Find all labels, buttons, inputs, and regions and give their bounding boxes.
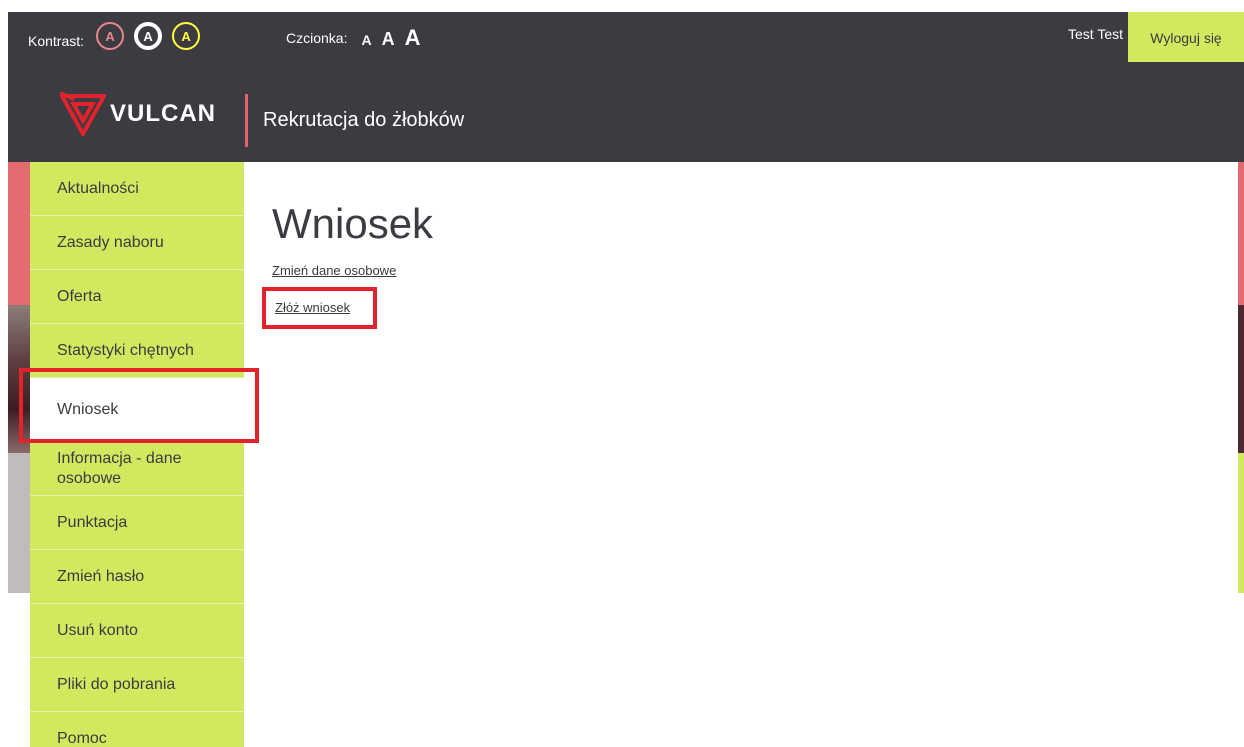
header-divider xyxy=(245,94,248,147)
right-edge-lime xyxy=(1238,453,1244,593)
main-content: Wniosek xyxy=(272,200,433,248)
top-bar: Kontrast: A A A Czcionka: A A A Test Tes… xyxy=(8,12,1244,64)
sidebar-item-informacja-dane-osobowe[interactable]: Informacja - dane osobowe xyxy=(30,442,244,496)
sidebar-item-pliki-do-pobrania[interactable]: Pliki do pobrania xyxy=(30,658,244,712)
contrast-label: Kontrast: xyxy=(28,33,85,49)
contrast-controls: Kontrast: A A A xyxy=(28,22,210,55)
background-photo-strip xyxy=(8,305,30,453)
sidebar-item-oferta[interactable]: Oferta xyxy=(30,270,244,324)
vulcan-logo[interactable]: VULCAN xyxy=(60,92,216,136)
font-large-button[interactable]: A xyxy=(405,25,421,51)
page-title: Wniosek xyxy=(272,200,434,247)
submit-application-link[interactable]: Złóż wniosek xyxy=(275,300,350,315)
logout-button[interactable]: Wyloguj się xyxy=(1128,12,1244,64)
sidebar-item-usun-konto[interactable]: Usuń konto xyxy=(30,604,244,658)
sidebar-item-label-line1: Informacja - dane xyxy=(57,450,182,467)
sidebar-item-aktualnosci[interactable]: Aktualności xyxy=(30,162,244,216)
sidebar-item-pomoc[interactable]: Pomoc xyxy=(30,712,244,747)
app-title: Rekrutacja do żłobków xyxy=(263,109,465,131)
change-personal-data-link[interactable]: Zmień dane osobowe xyxy=(272,263,396,278)
right-edge-photo xyxy=(1238,305,1244,453)
font-medium-button[interactable]: A xyxy=(382,29,395,50)
contrast-yellow-button[interactable]: A xyxy=(172,22,201,50)
sidebar-item-zmien-haslo[interactable]: Zmień hasło xyxy=(30,550,244,604)
background-strip-pink xyxy=(8,162,30,305)
font-size-label: Czcionka: xyxy=(286,30,348,46)
sidebar-nav: Aktualności Zasady naboru Oferta Statyst… xyxy=(30,162,244,747)
sidebar-item-statystyki[interactable]: Statystyki chętnych xyxy=(30,324,244,378)
sidebar-item-zasady-naboru[interactable]: Zasady naboru xyxy=(30,216,244,270)
user-name: Test Test xyxy=(1068,26,1123,42)
sidebar-item-label-line2: osobowe xyxy=(57,470,122,487)
font-size-controls: Czcionka: A A A xyxy=(286,25,430,51)
right-edge-pink xyxy=(1238,162,1244,305)
contrast-black-white-glyph: A xyxy=(138,26,159,46)
logo-text: VULCAN xyxy=(110,100,216,127)
contrast-black-white-button[interactable]: A xyxy=(134,22,163,50)
background-strip-gray xyxy=(8,453,30,593)
contrast-default-button[interactable]: A xyxy=(96,22,125,50)
font-small-button[interactable]: A xyxy=(361,32,371,48)
sidebar-item-wniosek[interactable]: Wniosek xyxy=(30,378,244,442)
sidebar-item-punktacja[interactable]: Punktacja xyxy=(30,496,244,550)
vulcan-shield-icon xyxy=(60,92,106,136)
header: VULCAN Rekrutacja do żłobków xyxy=(8,62,1244,162)
